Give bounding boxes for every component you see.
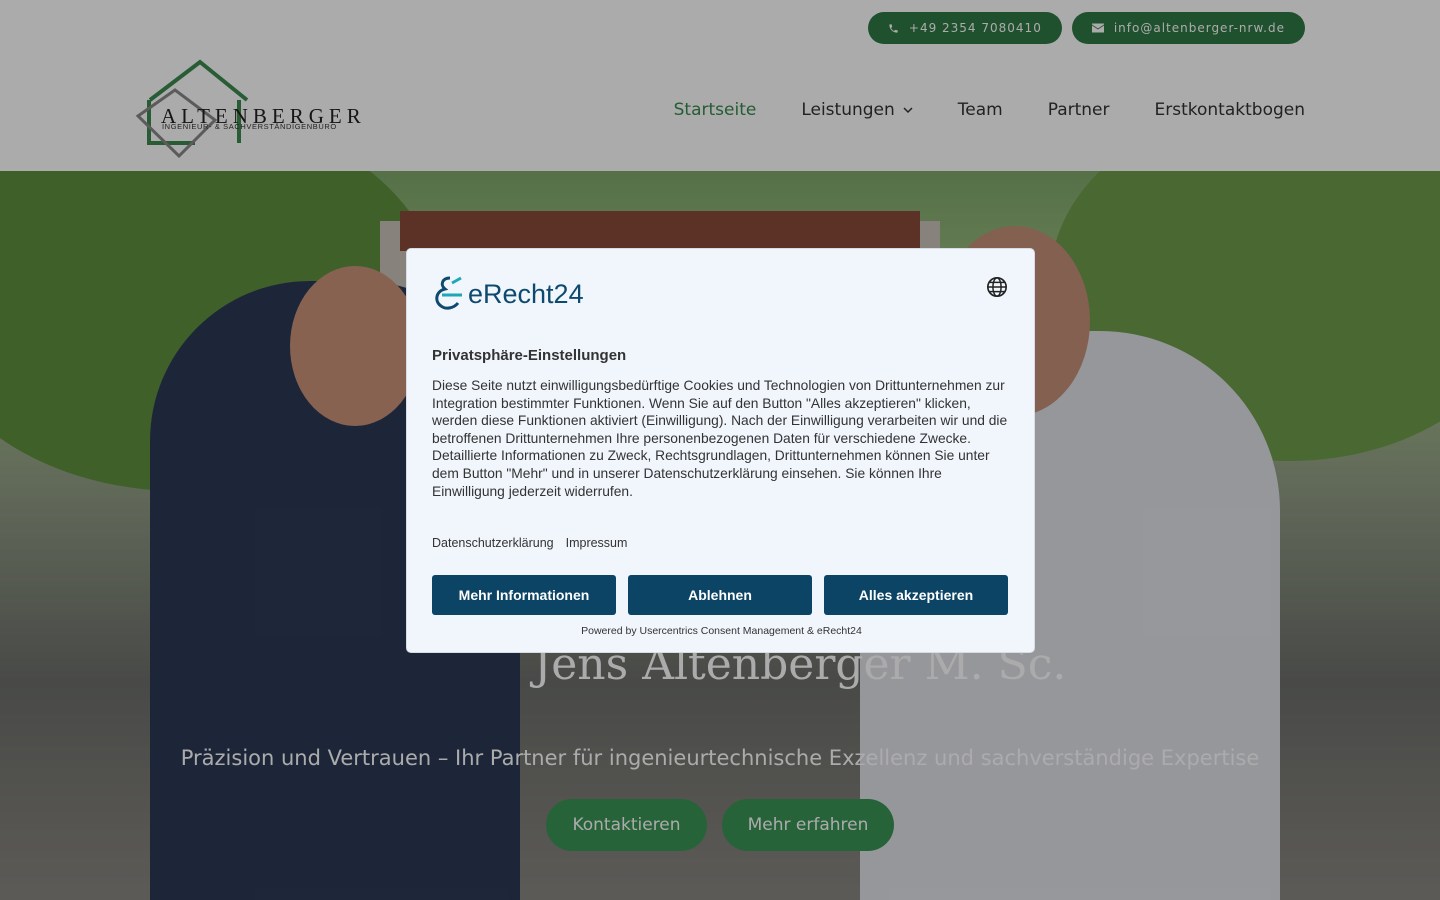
- accept-all-button[interactable]: Alles akzeptieren: [824, 575, 1008, 615]
- decline-button[interactable]: Ablehnen: [628, 575, 812, 615]
- erecht24-brand: eRecht24: [468, 278, 584, 309]
- erecht24-logo-icon: [435, 276, 462, 310]
- imprint-link[interactable]: Impressum: [566, 536, 628, 550]
- consent-dialog: eRecht24 Privatsphäre-Einstellungen Dies…: [406, 248, 1035, 653]
- consent-buttons: Mehr Informationen Ablehnen Alles akzept…: [432, 575, 1008, 615]
- privacy-policy-link[interactable]: Datenschutzerklärung: [432, 536, 554, 550]
- consent-text: Diese Seite nutzt einwilligungsbedürftig…: [432, 378, 1008, 499]
- powered-by-text: Powered by Usercentrics Consent Manageme…: [581, 625, 862, 637]
- erecht24-logo: eRecht24: [432, 275, 584, 313]
- consent-links: Datenschutzerklärung Impressum: [432, 536, 627, 550]
- language-globe-icon[interactable]: [986, 276, 1008, 298]
- more-info-button[interactable]: Mehr Informationen: [432, 575, 616, 615]
- consent-title: Privatsphäre-Einstellungen: [432, 347, 627, 364]
